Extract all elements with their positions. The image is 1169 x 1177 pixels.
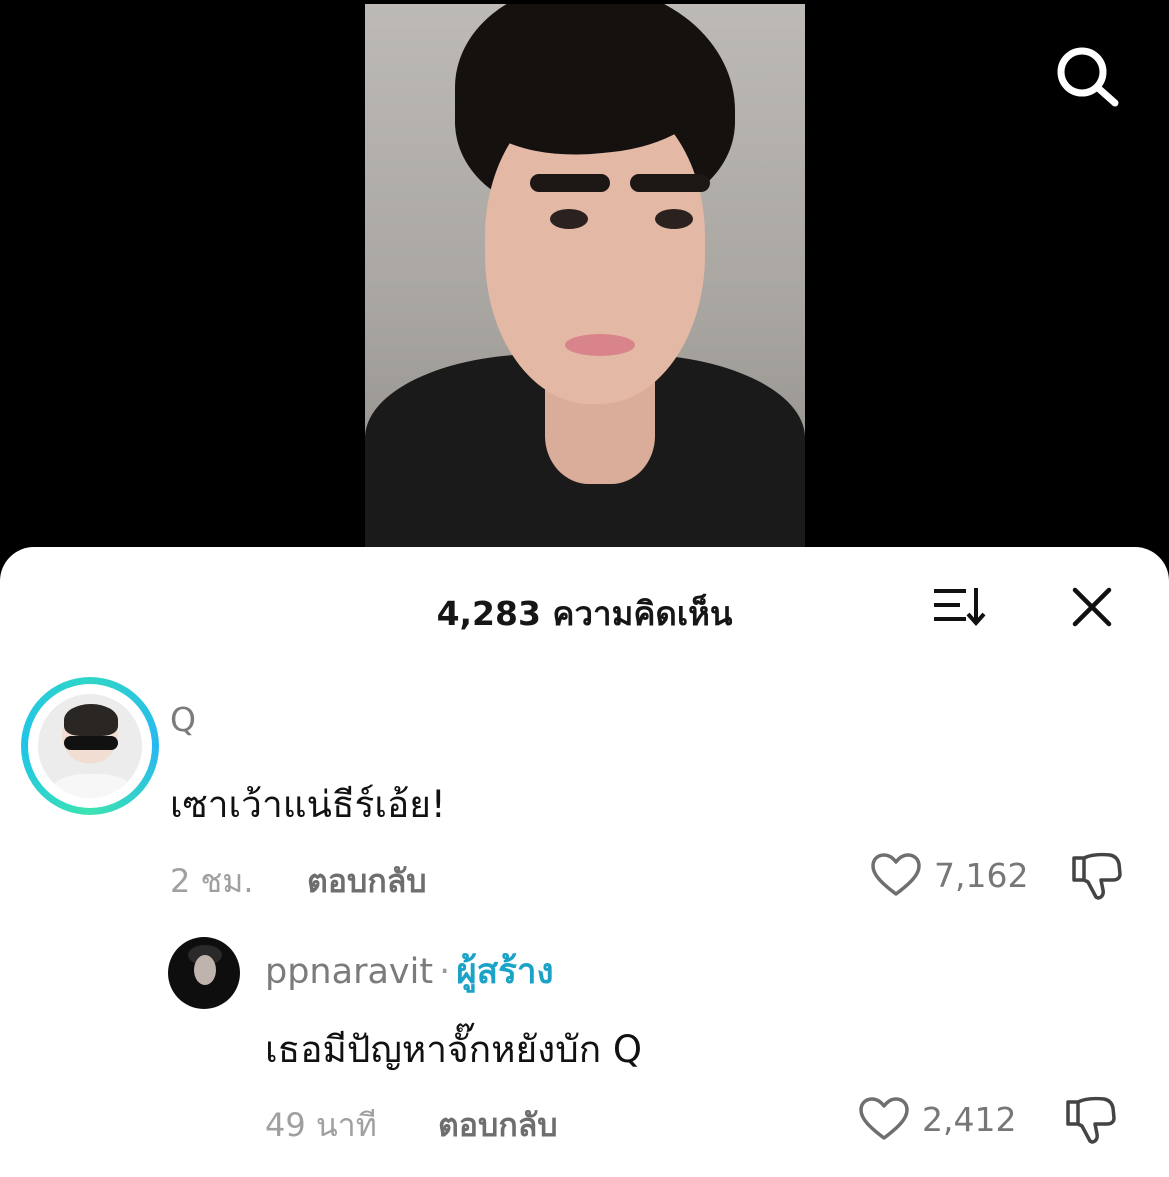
comment-text: เซาเว้าแน่ธีร์เอ้ย! (170, 783, 446, 826)
comment-timestamp: 2 ชม. (170, 862, 254, 900)
creator-badge: ผู้สร้าง (456, 952, 554, 992)
like-button[interactable] (858, 1096, 910, 1146)
sort-button[interactable] (932, 586, 990, 627)
avatar-sunglasses (64, 736, 118, 750)
search-icon (1057, 47, 1119, 107)
video-subject-brow (630, 174, 710, 192)
like-count: 7,162 (934, 856, 1029, 895)
close-icon (1072, 587, 1112, 627)
like-button[interactable] (870, 852, 922, 902)
heart-icon (871, 853, 921, 896)
comments-count-title: 4,283 ความคิดเห็น (436, 594, 733, 633)
reply-text: เธอมีปัญหาจั๊กหยังบัก Q (265, 1028, 643, 1071)
dislike-button[interactable] (1064, 1094, 1118, 1150)
creator-avatar[interactable] (168, 937, 240, 1009)
video-subject-mouth (565, 334, 635, 356)
thumbs-down-icon (1072, 852, 1122, 900)
reply-header: ppnaravit · ผู้สร้าง (265, 944, 554, 999)
video-subject-eye (550, 209, 588, 229)
avatar-photo (38, 694, 142, 798)
dislike-button[interactable] (1070, 850, 1124, 906)
like-count: 2,412 (922, 1100, 1017, 1139)
video-subject-eye (655, 209, 693, 229)
search-button[interactable] (1052, 45, 1122, 107)
reply-button[interactable]: ตอบกลับ (438, 1100, 558, 1151)
video-subject-brow (530, 174, 610, 192)
video-frame[interactable] (365, 4, 805, 552)
thumbs-down-icon (1066, 1096, 1116, 1144)
heart-icon (859, 1097, 909, 1140)
comment-username[interactable]: Q (170, 700, 196, 739)
avatar-shirt (52, 774, 132, 798)
reply-button[interactable]: ตอบกลับ (307, 856, 427, 907)
avatar-ring-gap (28, 684, 152, 808)
avatar-hair (64, 704, 118, 736)
reply-username[interactable]: ppnaravit (265, 952, 433, 992)
creator-avatar-face (194, 955, 216, 985)
reply-timestamp: 49 นาที (265, 1106, 377, 1144)
reply-separator: · (439, 952, 451, 992)
close-button[interactable] (1070, 585, 1114, 629)
sort-icon (934, 588, 986, 627)
commenter-avatar[interactable] (21, 677, 159, 815)
